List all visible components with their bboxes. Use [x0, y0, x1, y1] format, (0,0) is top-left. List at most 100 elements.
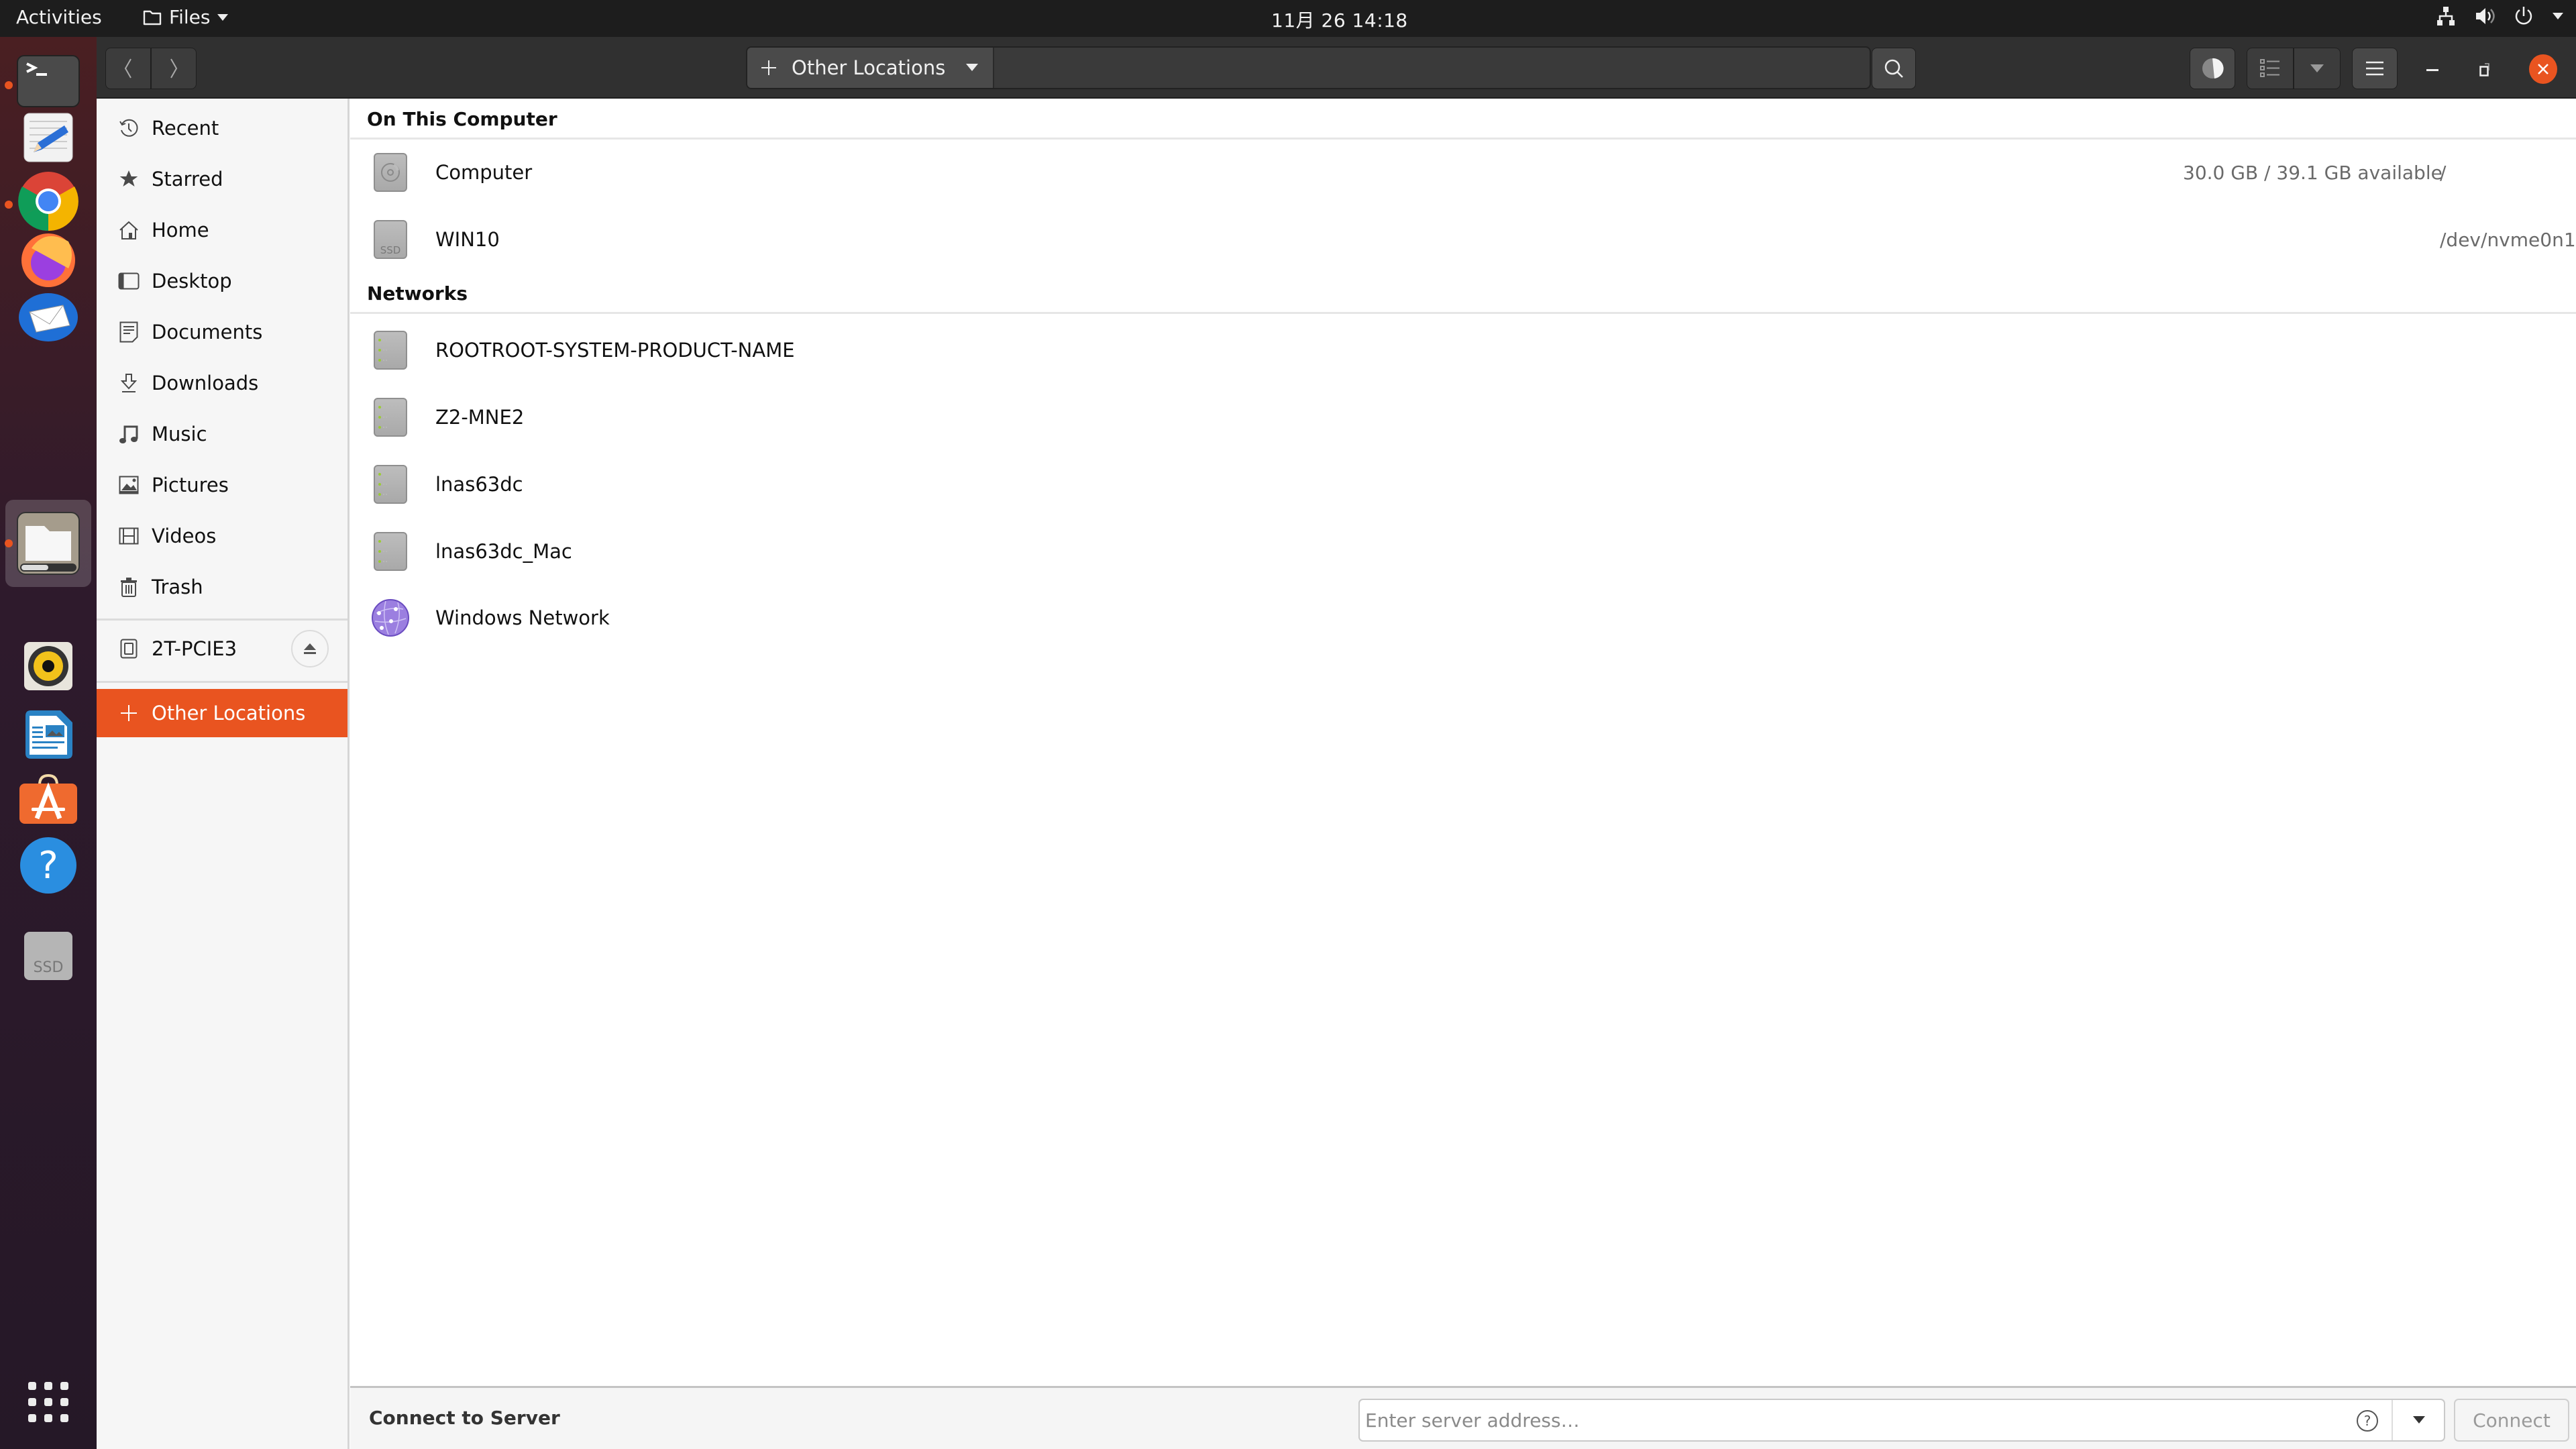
chevron-down-icon — [966, 64, 979, 71]
location-row-network[interactable]: lnas63dc_Mac — [350, 518, 2576, 585]
minimize-button[interactable] — [2419, 57, 2446, 84]
close-icon — [2538, 64, 2548, 74]
drive-icon — [120, 639, 138, 659]
sidebar-item-videos[interactable]: Videos — [97, 512, 347, 560]
sidebar-item-recent[interactable]: Recent — [97, 104, 347, 152]
eject-button[interactable] — [291, 630, 329, 667]
location-row-win10[interactable]: SSD WIN10 /dev/nvme0n1p3 — [350, 206, 2576, 273]
sidebar-item-label: Music — [152, 423, 207, 445]
other-locations-view: On This Computer Computer 30.0 GB / 39.1… — [350, 99, 2576, 1387]
windows-network-icon — [372, 598, 409, 637]
home-icon — [119, 221, 138, 239]
sidebar-item-documents[interactable]: Documents — [97, 308, 347, 356]
location-name: Computer — [435, 161, 533, 184]
header-bar: Other Locations — [97, 37, 2576, 99]
path-crumb-label: Other Locations — [792, 56, 946, 79]
sidebar-item-label: Other Locations — [152, 702, 306, 724]
thunderbird-icon — [19, 293, 78, 341]
location-row-computer[interactable]: Computer 30.0 GB / 39.1 GB available / — [350, 139, 2576, 206]
sidebar-item-trash[interactable]: Trash — [97, 563, 347, 611]
server-address-input[interactable] — [1365, 1403, 2338, 1438]
sidebar-item-music[interactable]: Music — [97, 410, 347, 458]
clock[interactable]: 11月 26 14:18 — [1271, 6, 1408, 33]
forward-button[interactable] — [151, 48, 197, 89]
sidebar-item-other-locations[interactable]: Other Locations — [97, 689, 347, 737]
section-divider — [350, 312, 2576, 314]
sidebar-item-home[interactable]: Home — [97, 206, 347, 254]
minimize-icon — [2426, 69, 2438, 71]
ssd-icon: SSD — [374, 220, 407, 259]
hamburger-menu-icon — [2366, 61, 2383, 76]
view-options-button[interactable] — [2294, 48, 2341, 89]
network-icon — [2437, 7, 2455, 25]
sidebar-item-desktop[interactable]: Desktop — [97, 257, 347, 305]
section-heading-networks: Networks — [367, 282, 468, 305]
restore-icon — [2479, 63, 2489, 76]
location-path: /dev/nvme0n1p3 — [2440, 228, 2576, 251]
sidebar-item-label: Trash — [152, 576, 203, 598]
activities-button[interactable]: Activities — [16, 6, 102, 28]
sidebar-item-label: Documents — [152, 321, 263, 343]
theme-toggle-button[interactable] — [2190, 48, 2235, 89]
connect-to-server-bar: Connect to Server ? Connect — [350, 1386, 2576, 1449]
close-button[interactable] — [2529, 54, 2557, 84]
dock-item-ssd[interactable]: SSD — [15, 922, 82, 989]
location-row-network[interactable]: Z2-MNE2 — [350, 384, 2576, 451]
view-list-button[interactable] — [2247, 48, 2294, 89]
dock-item-rhythmbox[interactable] — [15, 633, 82, 700]
app-menu[interactable]: Files — [142, 6, 229, 28]
search-button[interactable] — [1872, 48, 1916, 89]
section-heading-on-this-computer: On This Computer — [367, 108, 557, 130]
contrast-icon — [2202, 58, 2224, 78]
restore-button[interactable] — [2473, 56, 2500, 83]
writer-icon — [25, 710, 72, 759]
folder-icon — [143, 10, 162, 25]
path-crumb-other-locations[interactable]: Other Locations — [747, 48, 994, 88]
main-menu-button[interactable] — [2352, 48, 2398, 89]
sidebar-item-downloads[interactable]: Downloads — [97, 359, 347, 407]
dock-item-files[interactable] — [15, 510, 82, 577]
help-icon[interactable]: ? — [2357, 1410, 2378, 1432]
rhythmbox-icon — [24, 642, 72, 690]
chevron-down-icon — [2553, 13, 2563, 19]
location-path: / — [2440, 161, 2447, 184]
documents-icon — [119, 321, 138, 343]
network-server-icon — [374, 532, 407, 571]
music-icon — [119, 425, 138, 443]
show-applications-button[interactable] — [15, 1368, 82, 1436]
sidebar-item-starred[interactable]: Starred — [97, 155, 347, 203]
server-address-field: ? — [1358, 1399, 2445, 1442]
plus-icon — [121, 705, 137, 721]
location-name: lnas63dc — [435, 473, 523, 496]
location-row-windows-network[interactable]: Windows Network — [350, 584, 2576, 651]
dock-item-text-editor[interactable] — [15, 104, 82, 171]
path-bar[interactable]: Other Locations — [746, 46, 1871, 89]
svg-text:SSD: SSD — [34, 959, 64, 976]
location-row-network[interactable]: lnas63dc — [350, 451, 2576, 518]
terminal-icon — [17, 55, 80, 107]
sidebar-item-pictures[interactable]: Pictures — [97, 461, 347, 509]
dock: ? SSD — [0, 37, 97, 1449]
location-name: WIN10 — [435, 228, 500, 251]
sidebar: Recent Starred Home Desktop Documents Do… — [97, 99, 350, 1449]
top-bar: Activities Files 11月 26 14:18 — [0, 0, 2576, 37]
dock-item-software[interactable] — [15, 765, 82, 832]
sidebar-item-label: Pictures — [152, 474, 229, 496]
search-icon — [1884, 59, 1903, 78]
back-button[interactable] — [105, 48, 151, 89]
dock-item-thunderbird[interactable] — [15, 282, 82, 349]
sidebar-item-device-2t-pcie3[interactable]: 2T-PCIE3 — [97, 625, 347, 673]
location-usage: 30.0 GB / 39.1 GB available — [2183, 161, 2443, 184]
location-row-network[interactable]: ROOTROOT-SYSTEM-PRODUCT-NAME — [350, 317, 2576, 384]
system-tray[interactable] — [2435, 5, 2564, 27]
dock-item-help[interactable]: ? — [15, 832, 82, 899]
dock-item-writer[interactable] — [15, 701, 82, 768]
running-indicator — [5, 81, 13, 89]
clock-icon — [119, 119, 138, 137]
network-server-icon — [374, 465, 407, 504]
ssd-drive-icon: SSD — [24, 932, 72, 980]
apps-grid-icon — [28, 1382, 68, 1422]
network-server-icon — [374, 331, 407, 370]
recent-servers-dropdown[interactable] — [2392, 1400, 2445, 1440]
connect-button[interactable]: Connect — [2454, 1399, 2569, 1442]
